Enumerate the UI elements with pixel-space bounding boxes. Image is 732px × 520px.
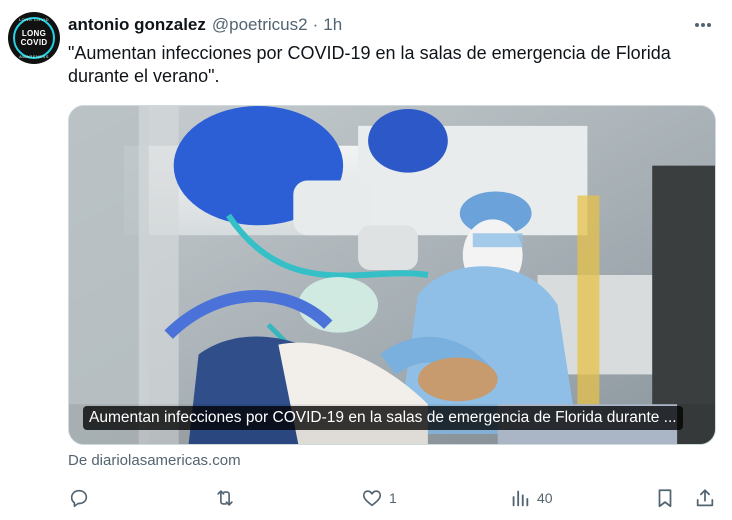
views-button[interactable]: 40 <box>509 484 553 512</box>
like-count: 1 <box>389 490 397 506</box>
tweet-header: antonio gonzalez @poetricus2 · 1h <box>68 14 712 36</box>
retweet-icon <box>217 490 233 506</box>
card-caption: Aumentan infecciones por COVID-19 en la … <box>83 406 683 430</box>
display-name[interactable]: antonio gonzalez <box>68 15 206 35</box>
reply-icon <box>70 489 88 508</box>
views-count: 40 <box>537 490 553 506</box>
retweet-button[interactable] <box>214 484 242 512</box>
user-handle[interactable]: @poetricus2 <box>212 15 308 35</box>
avatar-line-2: COVID <box>20 38 48 47</box>
avatar-top-text: LONG COVID <box>18 17 50 22</box>
separator-dot: · <box>312 15 319 34</box>
avatar-line-1: LONG <box>21 29 47 38</box>
timestamp[interactable]: 1h <box>323 15 342 35</box>
reply-button[interactable] <box>68 484 96 512</box>
avatar-bottom-text: AWARENESS <box>19 54 49 59</box>
bookmark-icon <box>658 489 672 508</box>
article-image <box>69 106 715 444</box>
share-icon <box>696 489 714 507</box>
link-card[interactable]: Aumentan infecciones por COVID-19 en la … <box>68 105 716 445</box>
more-options-icon[interactable] <box>692 14 714 36</box>
tweet-text: "Aumentan infecciones por COVID-19 en la… <box>68 43 671 86</box>
views-icon <box>512 490 529 507</box>
share-button[interactable] <box>694 484 716 512</box>
like-button[interactable]: 1 <box>361 484 397 512</box>
source-domain[interactable]: De diariolasamericas.com <box>68 452 241 469</box>
action-bar: 1 40 <box>68 484 718 512</box>
heart-icon <box>362 490 382 507</box>
bookmark-button[interactable] <box>654 484 676 512</box>
avatar-main-text: LONG COVID <box>21 29 48 47</box>
avatar[interactable]: LONG COVID LONG COVID AWARENESS <box>8 12 60 64</box>
